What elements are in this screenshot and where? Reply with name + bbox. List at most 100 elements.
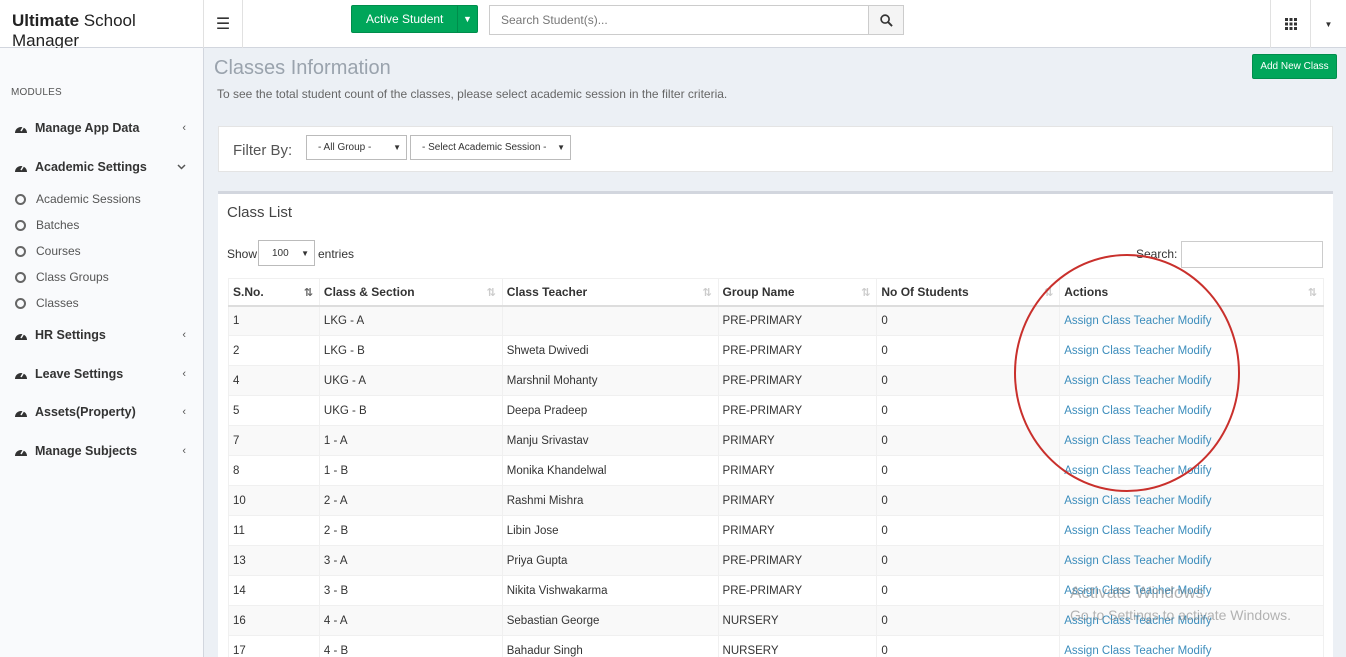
sort-icon: ⇅ (702, 287, 712, 299)
sidebar-item-label: Academic Settings (35, 160, 147, 174)
apps-grid-button[interactable] (1270, 0, 1310, 48)
sidebar-subitem-batches[interactable]: Batches (0, 214, 204, 236)
dashboard-icon (14, 329, 28, 341)
sidebar-item-label: Assets(Property) (35, 405, 136, 419)
cell-class-teacher: Monika Khandelwal (501, 455, 719, 486)
sidebar-item-assets[interactable]: Assets(Property) ‹ (0, 400, 204, 424)
cell-group-name: PRE-PRIMARY (717, 335, 878, 366)
column-header-group-name[interactable]: Group Name ⇅ (717, 278, 878, 307)
chevron-left-icon: ‹ (182, 368, 186, 380)
cell-group-name: NURSERY (717, 605, 878, 636)
modify-link[interactable]: Modify (1178, 375, 1212, 387)
app-brand[interactable]: Ultimate School Manager (0, 0, 204, 50)
cell-actions: Assign Class Teacher Modify (1059, 515, 1324, 546)
assign-class-teacher-link[interactable]: Assign Class Teacher (1064, 495, 1174, 507)
assign-class-teacher-link[interactable]: Assign Class Teacher (1064, 435, 1174, 447)
sort-icon: ⇅ (861, 287, 871, 299)
assign-class-teacher-link[interactable]: Assign Class Teacher (1064, 375, 1174, 387)
cell-actions: Assign Class Teacher Modify (1059, 305, 1324, 336)
cell-group-name: PRE-PRIMARY (717, 395, 878, 426)
table-row: 11 2 - B Libin Jose PRIMARY 0 Assign Class Te… (228, 515, 1324, 546)
modify-link[interactable]: Modify (1178, 435, 1212, 447)
cell-actions: Assign Class Teacher Modify (1059, 425, 1324, 456)
modify-link[interactable]: Modify (1178, 465, 1212, 477)
column-header-actions[interactable]: Actions ⇅ (1059, 278, 1324, 307)
assign-class-teacher-link[interactable]: Assign Class Teacher (1064, 345, 1174, 357)
group-select[interactable]: - All Group - ▼ (306, 135, 407, 160)
sidebar-subitem-courses[interactable]: Courses (0, 240, 204, 262)
assign-class-teacher-link[interactable]: Assign Class Teacher (1064, 555, 1174, 567)
modify-link[interactable]: Modify (1178, 555, 1212, 567)
column-header-sno[interactable]: S.No. ⇅ (228, 278, 320, 307)
sidebar-item-manage-subjects[interactable]: Manage Subjects ‹ (0, 439, 204, 463)
sidebar-toggle-icon[interactable]: ☰ (204, 0, 243, 48)
cell-class-teacher: Bahadur Singh (501, 635, 719, 657)
sidebar-item-label: Manage App Data (35, 121, 140, 135)
assign-class-teacher-link[interactable]: Assign Class Teacher (1064, 465, 1174, 477)
cell-class-teacher: Priya Gupta (501, 545, 719, 576)
table-row: 1 LKG - A PRE-PRIMARY 0 Assign Class Teacher… (228, 305, 1324, 336)
entries-select[interactable]: 100 ▼ (258, 240, 315, 266)
modify-link[interactable]: Modify (1178, 405, 1212, 417)
modify-link[interactable]: Modify (1178, 345, 1212, 357)
dashboard-icon (14, 161, 28, 173)
sidebar-item-manage-app-data[interactable]: Manage App Data ‹ (0, 116, 204, 140)
cell-sno: 4 (228, 365, 320, 396)
column-header-class-teacher[interactable]: Class Teacher ⇅ (501, 278, 719, 307)
user-menu-caret-icon[interactable]: ▼ (1310, 0, 1346, 48)
cell-class-section: 4 - A (318, 605, 503, 636)
modify-link[interactable]: Modify (1178, 315, 1212, 327)
circle-icon (15, 271, 26, 283)
page-subtitle: To see the total student count of the cl… (217, 87, 728, 101)
student-search-input[interactable] (489, 5, 869, 35)
cell-sno: 13 (228, 545, 320, 576)
assign-class-teacher-link[interactable]: Assign Class Teacher (1064, 315, 1174, 327)
active-student-button[interactable]: Active Student ▼ (351, 5, 478, 33)
sidebar-item-hr-settings[interactable]: HR Settings ‹ (0, 323, 204, 347)
column-header-no-of-students[interactable]: No Of Students ⇅ (876, 278, 1061, 307)
table-search-input[interactable] (1181, 241, 1323, 268)
circle-icon (15, 297, 26, 309)
sidebar-item-leave-settings[interactable]: Leave Settings ‹ (0, 362, 204, 386)
filter-label: Filter By: (233, 142, 293, 159)
column-header-class-section[interactable]: Class & Section ⇅ (318, 278, 503, 307)
assign-class-teacher-link[interactable]: Assign Class Teacher (1064, 405, 1174, 417)
cell-sno: 17 (228, 635, 320, 657)
cell-actions: Assign Class Teacher Modify (1059, 365, 1324, 396)
sidebar-item-label: Manage Subjects (35, 444, 138, 458)
cell-group-name: PRIMARY (717, 515, 878, 546)
caret-down-icon[interactable]: ▼ (457, 6, 477, 32)
brand-bold: Ultimate (12, 11, 80, 30)
sidebar-subitem-academic-sessions[interactable]: Academic Sessions (0, 188, 204, 210)
academic-session-select[interactable]: - Select Academic Session - ▼ (410, 135, 571, 160)
cell-no-of-students: 0 (876, 395, 1061, 426)
modify-link[interactable]: Modify (1178, 645, 1212, 657)
cell-class-teacher: Shweta Dwivedi (501, 335, 719, 366)
add-new-class-button[interactable]: Add New Class (1252, 54, 1337, 79)
assign-class-teacher-link[interactable]: Assign Class Teacher (1064, 645, 1174, 657)
caret-down-icon: ▼ (393, 143, 401, 152)
cell-no-of-students: 0 (876, 365, 1061, 396)
sidebar-subitem-class-groups[interactable]: Class Groups (0, 266, 204, 288)
table-row: 4 UKG - A Marshnil Mohanty PRE-PRIMARY 0 Assi… (228, 365, 1324, 396)
cell-no-of-students: 0 (876, 605, 1061, 636)
modify-link[interactable]: Modify (1178, 525, 1212, 537)
modify-link[interactable]: Modify (1178, 495, 1212, 507)
chevron-left-icon: ‹ (182, 329, 186, 341)
cell-class-teacher: Nikita Vishwakarma (501, 575, 719, 606)
cell-group-name: PRE-PRIMARY (717, 365, 878, 396)
sidebar-subitem-classes[interactable]: Classes (0, 292, 204, 314)
chevron-left-icon: ‹ (182, 406, 186, 418)
cell-no-of-students: 0 (876, 485, 1061, 516)
circle-icon (15, 193, 26, 205)
column-header-label: Class Teacher (506, 284, 588, 299)
sidebar-item-academic-settings[interactable]: Academic Settings (0, 155, 204, 179)
filter-panel: Filter By: - All Group - ▼ - Select Acad… (218, 126, 1333, 172)
cell-group-name: PRE-PRIMARY (717, 545, 878, 576)
entries-select-value: 100 (272, 247, 289, 259)
activate-windows-watermark: Activate Windows (1070, 583, 1205, 602)
cell-actions: Assign Class Teacher Modify (1059, 455, 1324, 486)
assign-class-teacher-link[interactable]: Assign Class Teacher (1064, 525, 1174, 537)
search-button[interactable] (868, 5, 904, 35)
search-icon (879, 13, 893, 27)
